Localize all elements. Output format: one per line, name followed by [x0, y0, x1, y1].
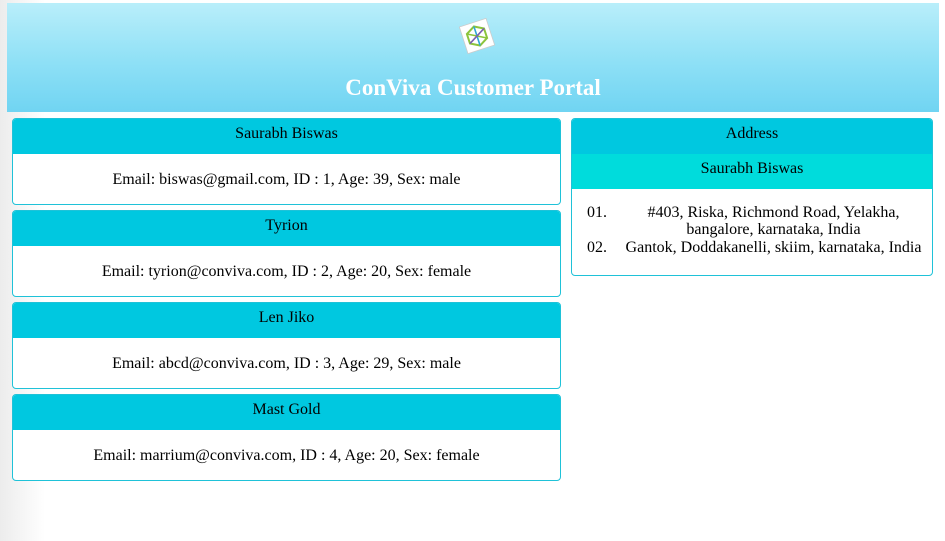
address-list: 01. #403, Riska, Richmond Road, Yelakha,… [572, 189, 932, 256]
address-text: #403, Riska, Richmond Road, Yelakha, ban… [647, 204, 900, 238]
address-item: 01. #403, Riska, Richmond Road, Yelakha,… [587, 204, 924, 238]
address-panel: Address Saurabh Biswas 01. #403, Riska, … [571, 118, 933, 276]
address-text: Gantok, Doddakanelli, skiim, karnataka, … [625, 239, 922, 256]
page-title: ConViva Customer Portal [345, 75, 601, 100]
address-number: 01. [587, 204, 607, 221]
customer-card[interactable]: Tyrion Email: tyrion@conviva.com, ID : 2… [12, 210, 561, 297]
customer-details: Email: abcd@conviva.com, ID : 3, Age: 29… [112, 355, 461, 372]
customer-card[interactable]: Len Jiko Email: abcd@conviva.com, ID : 3… [12, 302, 561, 389]
customer-card[interactable]: Mast Gold Email: marrium@conviva.com, ID… [12, 394, 561, 481]
customer-name: Mast Gold [13, 395, 560, 430]
customer-card[interactable]: Saurabh Biswas Email: biswas@gmail.com, … [12, 118, 561, 205]
customer-details: Email: biswas@gmail.com, ID : 1, Age: 39… [112, 171, 461, 188]
customer-list: Saurabh Biswas Email: biswas@gmail.com, … [12, 118, 561, 486]
portal-header: ConViva Customer Portal [7, 3, 939, 112]
address-item: 02. Gantok, Doddakanelli, skiim, karnata… [587, 239, 924, 256]
customer-details: Email: tyrion@conviva.com, ID : 2, Age: … [101, 263, 472, 280]
address-number: 02. [587, 239, 607, 256]
customer-details: Email: marrium@conviva.com, ID : 4, Age:… [93, 447, 480, 464]
address-panel-title: Address [572, 119, 932, 154]
customer-name: Tyrion [13, 211, 560, 246]
address-customer-name: Saurabh Biswas [572, 154, 932, 189]
conviva-logo-icon [458, 17, 496, 55]
customer-name: Saurabh Biswas [13, 119, 560, 154]
customer-name: Len Jiko [13, 303, 560, 338]
